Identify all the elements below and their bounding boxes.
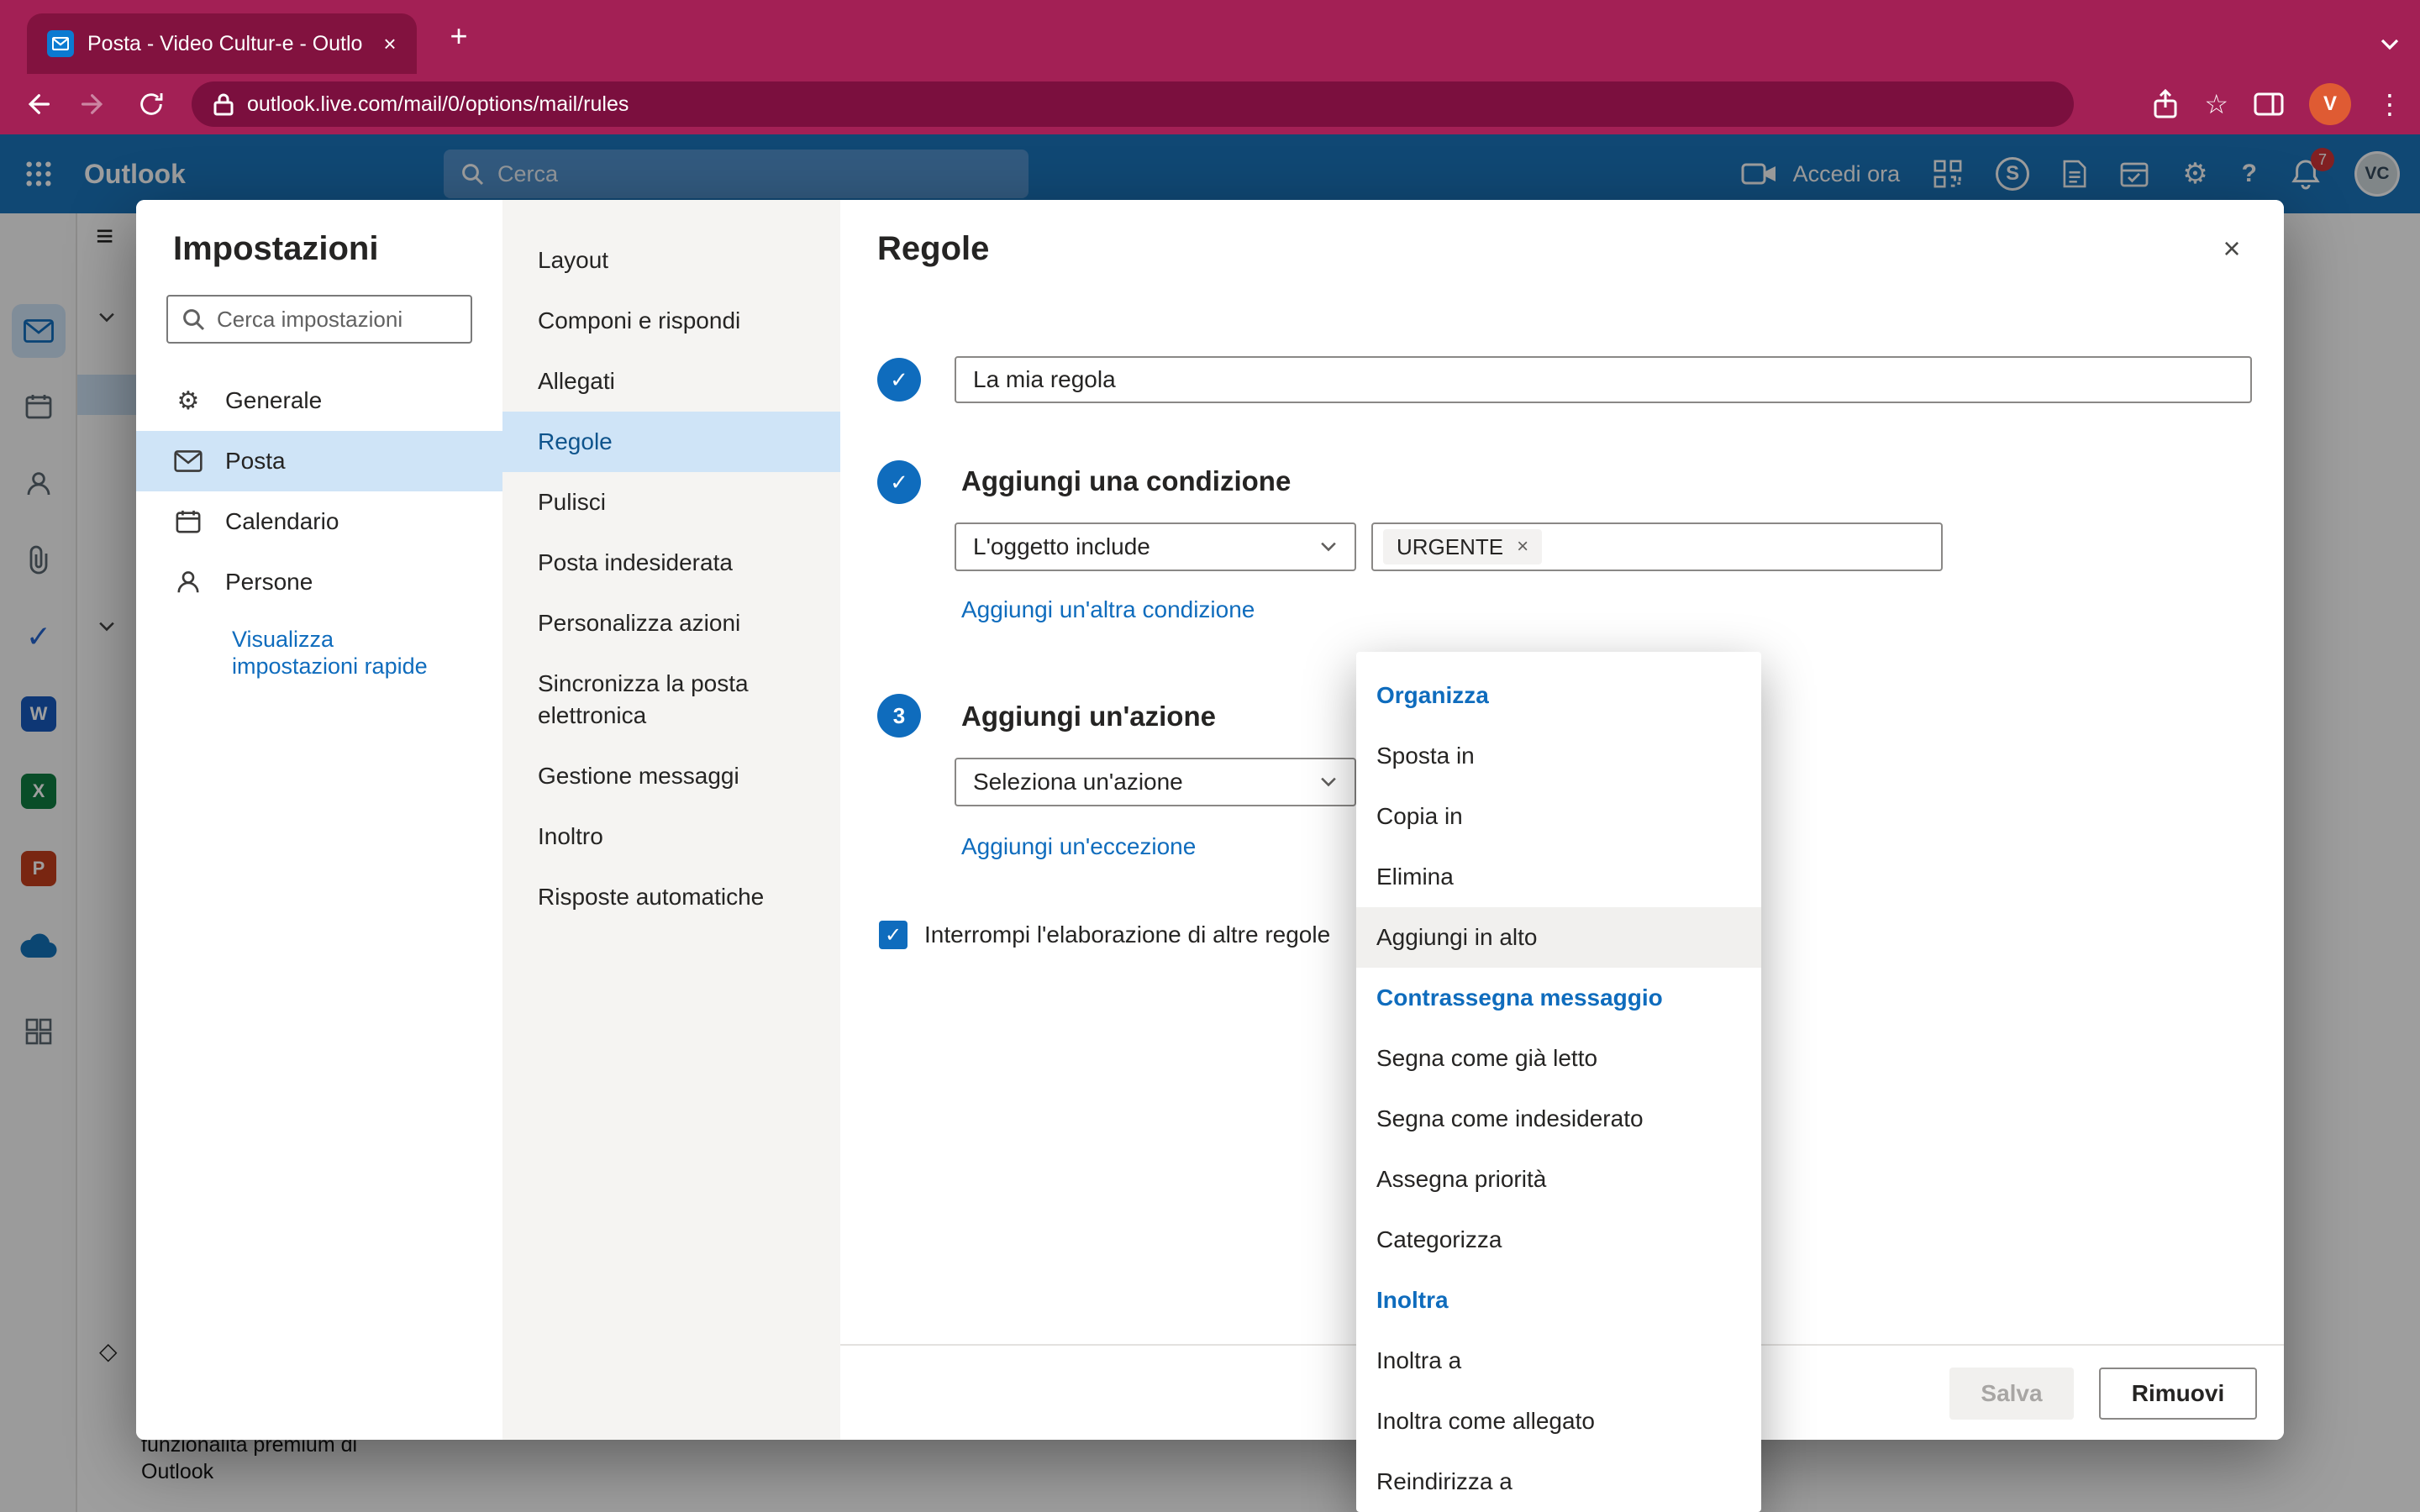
screen: Posta - Video Cultur-e - Outloo × + outl… [0, 0, 2420, 1512]
save-button[interactable]: Salva [1949, 1368, 2074, 1420]
address-bar[interactable]: outlook.live.com/mail/0/options/mail/rul… [192, 81, 2074, 127]
action-dropdown-menu: Organizza Sposta in Copia in Elimina Agg… [1356, 652, 1761, 1512]
menu-item-aggiungi-in-alto[interactable]: Aggiungi in alto [1356, 907, 1761, 968]
menu-item-copia-in[interactable]: Copia in [1356, 786, 1761, 847]
browser-menu-icon[interactable]: ⋮ [2376, 91, 2403, 118]
category-label: Calendario [225, 508, 339, 535]
menu-group-inoltra: Inoltra [1356, 1270, 1761, 1331]
share-icon[interactable] [2152, 89, 2179, 119]
side-panel-icon[interactable] [2254, 92, 2284, 116]
condition-value-box[interactable]: URGENTE × [1371, 522, 1943, 571]
settings-search-box[interactable] [166, 295, 472, 344]
section-sincronizza[interactable]: Sincronizza la posta elettronica [502, 654, 840, 746]
url-text: outlook.live.com/mail/0/options/mail/rul… [247, 92, 629, 117]
category-persone[interactable]: Persone [136, 552, 502, 612]
close-icon[interactable]: × [2207, 223, 2257, 274]
rule-name-input[interactable] [955, 356, 2252, 403]
menu-item-inoltra-allegato[interactable]: Inoltra come allegato [1356, 1391, 1761, 1452]
chip-label: URGENTE [1397, 534, 1503, 560]
padlock-icon [213, 92, 234, 116]
menu-item-segna-indesiderato[interactable]: Segna come indesiderato [1356, 1089, 1761, 1149]
section-personalizza-azioni[interactable]: Personalizza azioni [502, 593, 840, 654]
check-glyph: ✓ [885, 923, 902, 948]
action-heading: Aggiungi un'azione [961, 701, 1216, 732]
gear-icon: ⚙ [173, 386, 203, 416]
section-inoltro[interactable]: Inoltro [502, 806, 840, 867]
section-pulisci[interactable]: Pulisci [502, 472, 840, 533]
category-label: Generale [225, 387, 322, 414]
menu-item-assegna-priorita[interactable]: Assegna priorità [1356, 1149, 1761, 1210]
tabbar-chevron-icon[interactable] [2380, 27, 2400, 58]
section-componi[interactable]: Componi e rispondi [502, 291, 840, 351]
quick-settings-link[interactable]: Visualizza impostazioni rapide [232, 626, 434, 680]
settings-search-input[interactable] [217, 307, 435, 333]
step1-complete-icon: ✓ [877, 358, 921, 402]
section-posta-indesiderata[interactable]: Posta indesiderata [502, 533, 840, 593]
settings-nav: Impostazioni ⚙ Generale [136, 200, 502, 1440]
bookmark-star-icon[interactable]: ☆ [2204, 91, 2228, 118]
menu-item-sposta-in[interactable]: Sposta in [1356, 726, 1761, 786]
outlook-app: Outlook Accedi ora S [0, 134, 2420, 1512]
menu-item-categorizza[interactable]: Categorizza [1356, 1210, 1761, 1270]
category-posta[interactable]: Posta [136, 431, 502, 491]
person-icon [173, 570, 203, 595]
step2-complete-icon: ✓ [877, 460, 921, 504]
check-glyph: ✓ [890, 367, 908, 393]
reload-button[interactable] [128, 81, 175, 128]
tab-title: Posta - Video Cultur-e - Outloo [87, 32, 363, 56]
outlook-favicon-icon [47, 30, 74, 57]
stop-processing-row: ✓ Interrompi l'elaborazione di altre reg… [879, 921, 1330, 949]
add-condition-link[interactable]: Aggiungi un'altra condizione [961, 596, 1255, 623]
chevron-down-icon [1319, 541, 1338, 553]
forward-button[interactable] [71, 81, 118, 128]
condition-select[interactable]: L'oggetto include [955, 522, 1356, 571]
back-button[interactable] [13, 81, 60, 128]
search-icon [182, 307, 205, 331]
category-label: Persone [225, 569, 313, 596]
stop-processing-checkbox[interactable]: ✓ [879, 921, 908, 949]
settings-title: Impostazioni [173, 230, 502, 268]
section-regole[interactable]: Regole [502, 412, 840, 472]
mail-icon [173, 450, 203, 472]
calendar-icon [173, 509, 203, 534]
menu-item-reindirizza-a[interactable]: Reindirizza a [1356, 1452, 1761, 1512]
add-exception-link[interactable]: Aggiungi un'eccezione [961, 833, 1196, 860]
condition-chip: URGENTE × [1383, 529, 1542, 564]
menu-group-contrassegna: Contrassegna messaggio [1356, 968, 1761, 1028]
tab-close-icon[interactable]: × [376, 31, 403, 57]
settings-sections: Layout Componi e rispondi Allegati Regol… [502, 200, 840, 1440]
menu-item-inoltra-a[interactable]: Inoltra a [1356, 1331, 1761, 1391]
category-calendario[interactable]: Calendario [136, 491, 502, 552]
browser-tab[interactable]: Posta - Video Cultur-e - Outloo × [27, 13, 417, 74]
remove-chip-icon[interactable]: × [1517, 535, 1528, 559]
menu-group-organizza: Organizza [1356, 665, 1761, 726]
step3-number: 3 [877, 694, 921, 738]
remove-button[interactable]: Rimuovi [2099, 1368, 2257, 1420]
section-gestione-messaggi[interactable]: Gestione messaggi [502, 746, 840, 806]
browser-address-bar: outlook.live.com/mail/0/options/mail/rul… [0, 74, 2420, 134]
condition-select-value: L'oggetto include [973, 533, 1150, 560]
stop-processing-label: Interrompi l'elaborazione di altre regol… [924, 921, 1330, 948]
browser-actions: ☆ V ⋮ [2152, 83, 2403, 125]
condition-heading: Aggiungi una condizione [961, 465, 1291, 497]
settings-dialog: Impostazioni ⚙ Generale [136, 200, 2284, 1440]
new-tab-button[interactable]: + [440, 18, 477, 54]
settings-categories: ⚙ Generale Posta Calendario [136, 370, 502, 612]
browser-tab-bar: Posta - Video Cultur-e - Outloo × + [0, 0, 2420, 74]
check-glyph: ✓ [890, 470, 908, 496]
section-layout[interactable]: Layout [502, 230, 840, 291]
menu-item-elimina[interactable]: Elimina [1356, 847, 1761, 907]
chevron-down-icon [1319, 776, 1338, 788]
category-generale[interactable]: ⚙ Generale [136, 370, 502, 431]
category-label: Posta [225, 448, 286, 475]
section-risposte-automatiche[interactable]: Risposte automatiche [502, 867, 840, 927]
action-select-value: Seleziona un'azione [973, 769, 1183, 795]
rules-title: Regole [877, 230, 989, 268]
menu-item-segna-gia-letto[interactable]: Segna come già letto [1356, 1028, 1761, 1089]
action-select[interactable]: Seleziona un'azione [955, 758, 1356, 806]
section-allegati[interactable]: Allegati [502, 351, 840, 412]
browser-profile-avatar[interactable]: V [2309, 83, 2351, 125]
